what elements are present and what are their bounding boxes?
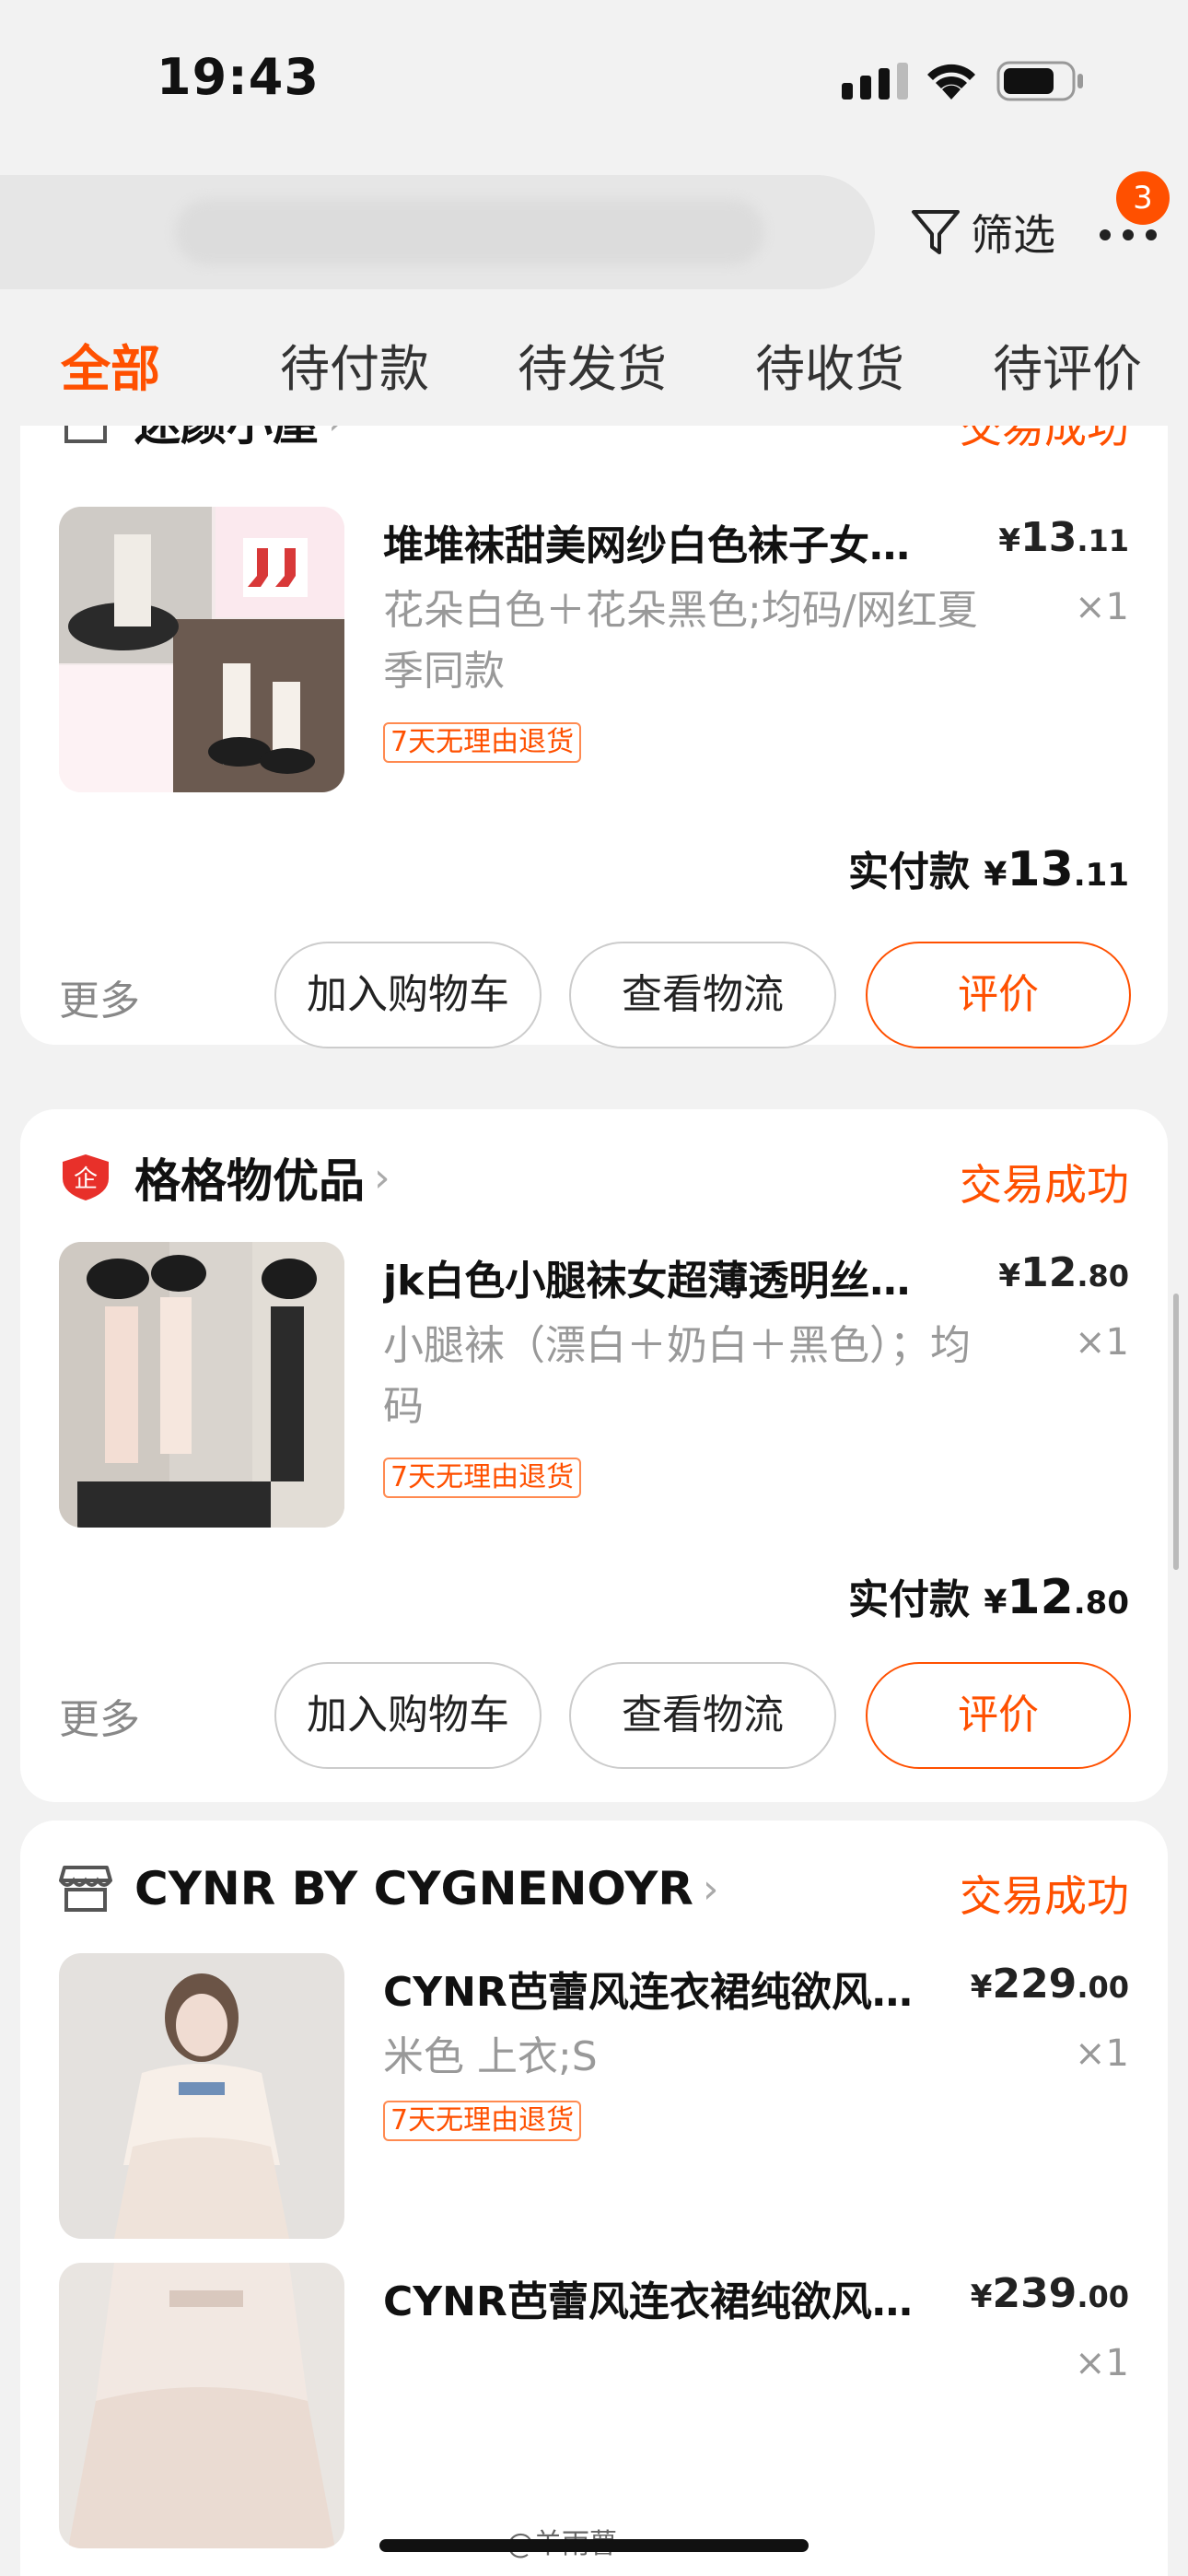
home-indicator[interactable] [379,2539,809,2552]
product-image-socks-icon [59,507,344,792]
product-sku: 小腿袜（漂白＋奶白＋黑色）；均码 [383,1322,971,1430]
product-price: ¥229.00 [970,1961,1129,2008]
product-title: 堆堆袜甜美网纱白色袜子女… [383,522,910,569]
product-title: CYNR芭蕾风连衣裙纯欲风… [383,1969,913,2016]
review-button[interactable]: 评价 [866,942,1131,1048]
order-status: 交易成功 [960,1871,1129,1921]
product-thumbnail [59,1242,344,1528]
order-status: 交易成功 [960,1160,1129,1210]
add-to-cart-button[interactable]: 加入购物车 [274,942,542,1048]
product-sku: 米色 上衣;S [383,2033,598,2080]
product-title: jk白色小腿袜女超薄透明丝… [383,1258,911,1305]
more-actions-link[interactable]: 更多 [59,1686,140,1745]
product-quantity: ×1 [1075,586,1129,628]
paid-amount: 实付款 ¥12.80 [848,1570,1129,1625]
search-placeholder-blurred [175,199,764,265]
notification-badge: 3 [1116,171,1170,225]
tab-pending-payment[interactable]: 待付款 [280,328,429,401]
filter-label: 筛选 [971,210,1055,260]
product-thumbnail [59,2263,344,2548]
order-tabs: 全部 待付款 待发货 待收货 待评价 [0,328,1188,420]
shop-name: 格格物优品 [134,1154,365,1208]
product-image-dress-icon [59,2263,344,2548]
shop-name: 迷颜小屋 [134,426,319,453]
more-dots-icon [1100,229,1157,240]
product-price: ¥13.11 [998,514,1129,561]
order-item[interactable]: CYNR芭蕾风连衣裙纯欲风… ¥229.00 米色 上衣;S ×1 7天无理由退… [59,1953,1129,2241]
chevron-right-icon: › [328,426,344,444]
filter-icon [912,210,960,254]
order-item[interactable]: 堆堆袜甜美网纱白色袜子女… ¥13.11 花朵白色＋花朵黑色;均码/网红夏季同款… [59,507,1129,794]
wifi-icon [927,64,975,100]
shop-header[interactable]: 企 格格物优品 › [59,1141,390,1214]
store-icon [59,1866,112,1912]
review-button[interactable]: 评价 [866,1662,1131,1769]
shop-header[interactable]: CYNR BY CYGNENOYR › [59,1852,718,1926]
status-bar: 19:43 [0,0,1188,157]
order-card: CYNR BY CYGNENOYR › 交易成功 CYNR芭蕾风连衣裙纯欲风… … [20,1821,1168,2576]
enterprise-shield-icon: 企 [63,1154,109,1200]
add-to-cart-button[interactable]: 加入购物车 [274,1662,542,1769]
return-policy-tag: 7天无理由退货 [383,1458,582,1498]
order-item[interactable]: jk白色小腿袜女超薄透明丝… ¥12.80 小腿袜（漂白＋奶白＋黑色）；均码 ×… [59,1242,1129,1529]
tab-pending-receipt[interactable]: 待收货 [755,328,904,401]
view-logistics-button[interactable]: 查看物流 [569,942,836,1048]
chevron-right-icon: › [374,1153,390,1201]
return-policy-tag: 7天无理由退货 [383,722,582,763]
product-quantity: ×1 [1075,2342,1129,2384]
tab-all[interactable]: 全部 [61,328,160,401]
product-quantity: ×1 [1075,1321,1129,1364]
cellular-signal-icon [842,63,908,100]
status-time: 19:43 [157,48,320,106]
order-item[interactable]: CYNR芭蕾风连衣裙纯欲风… ¥239.00 ×1 [59,2263,1129,2550]
scrollbar[interactable] [1173,1294,1179,1570]
order-card: 企 格格物优品 › 交易成功 jk白色小腿袜女超薄透明丝… ¥12.80 小腿袜… [20,1109,1168,1802]
chevron-right-icon: › [702,1865,719,1913]
order-card: 迷颜小屋 › 交易成功 [20,426,1168,1048]
product-quantity: ×1 [1075,2032,1129,2075]
svg-text:企: 企 [74,1165,98,1193]
product-price: ¥12.80 [998,1249,1129,1296]
product-sku: 花朵白色＋花朵黑色;均码/网红夏季同款 [383,587,978,695]
product-price: ¥239.00 [970,2270,1129,2317]
product-title: CYNR芭蕾风连衣裙纯欲风… [383,2278,913,2325]
order-status: 交易成功 [960,426,1129,452]
more-options-button[interactable]: 3 [1096,171,1170,267]
return-policy-tag: 7天无理由退货 [383,2101,582,2141]
more-actions-link[interactable]: 更多 [59,967,140,1026]
order-list: 迷颜小屋 › 交易成功 [0,426,1188,2576]
store-icon [64,426,107,443]
battery-icon [996,61,1083,101]
view-logistics-button[interactable]: 查看物流 [569,1662,836,1769]
product-thumbnail [59,1953,344,2239]
product-thumbnail [59,507,344,792]
product-image-stockings-icon [59,1242,344,1528]
filter-button[interactable]: 筛选 [908,199,1055,265]
product-image-dress-icon [59,1953,344,2239]
paid-amount: 实付款 ¥13.11 [848,842,1129,897]
shop-header[interactable]: 迷颜小屋 › [59,426,344,457]
tab-pending-review[interactable]: 待评价 [993,328,1142,401]
shop-name: CYNR BY CYGNENOYR [134,1862,693,1915]
tab-pending-shipment[interactable]: 待发货 [518,328,667,401]
search-input[interactable] [0,175,875,289]
